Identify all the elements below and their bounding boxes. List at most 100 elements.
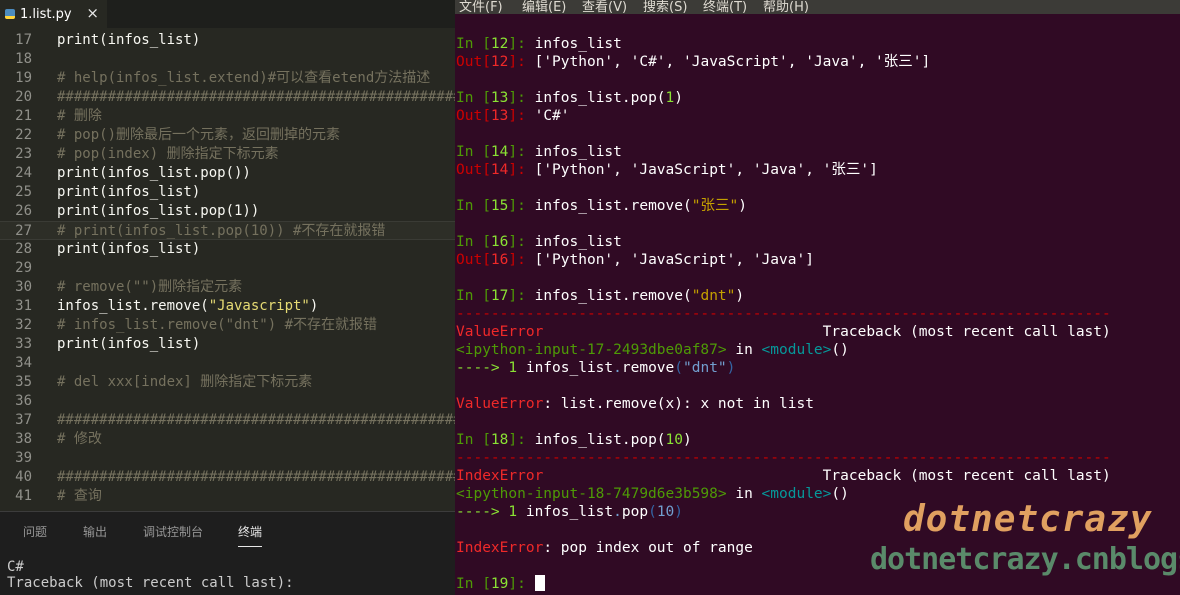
terminal-token: In [ [456, 288, 491, 304]
line-number: 22 [15, 127, 32, 143]
terminal-token: ----------------------------------------… [456, 306, 1111, 322]
code-line[interactable]: 40 ######################################… [0, 468, 455, 487]
code-line[interactable]: 39 [0, 449, 455, 468]
line-number: 39 [15, 450, 32, 466]
terminal-token: In [ [456, 90, 491, 106]
code-line[interactable]: 33 print(infos_list) [0, 335, 455, 354]
line-number: 37 [15, 412, 32, 428]
menu-file[interactable]: 文件(F) [459, 0, 503, 14]
terminal-token: "dnt" [691, 288, 736, 304]
code-line[interactable]: 35 # del xxx[index] 删除指定下标元素 [0, 373, 455, 392]
code-token: print(infos_list) [57, 336, 201, 352]
code-area[interactable]: 17 print(infos_list) 18 19 # help(infos_list… [0, 31, 455, 511]
code-token: print(infos_list) [57, 32, 201, 48]
terminal-token: 15 [490, 198, 509, 214]
terminal-line: Out[13]: 'C#' [456, 107, 570, 125]
menu-edit[interactable]: 编辑(E) [522, 0, 566, 14]
code-token: # 修改 [57, 431, 102, 447]
terminal-token: Out[ [456, 54, 491, 70]
terminal-token: <ipython-input-18-7479d6e3b598> [456, 486, 727, 502]
code-token: print(infos_list) [57, 184, 201, 200]
code-line[interactable]: 20 ######################################… [0, 88, 455, 107]
terminal-window[interactable]: 文件(F) 编辑(E) 查看(V) 搜索(S) 终端(T) 帮助(H) In [… [455, 0, 1180, 595]
code-line[interactable]: 26 print(infos_list.pop(1)) [0, 202, 455, 221]
terminal-line: Out[12]: ['Python', 'C#', 'JavaScript', … [456, 53, 930, 71]
code-line[interactable]: 27 # print(infos_list.pop(10)) #不存在就报错 [0, 221, 455, 240]
code-line[interactable]: 34 [0, 354, 455, 373]
code-token: # infos_list.remove("dnt") #不存在就报错 [57, 317, 378, 333]
terminal-token: 14 [490, 144, 509, 160]
terminal-line: Out[14]: ['Python', 'JavaScript', 'Java'… [456, 161, 878, 179]
code-line[interactable]: 41 # 查询 [0, 487, 455, 506]
code-token: ########################################… [57, 89, 455, 105]
terminal-token: ]: [508, 162, 535, 178]
code-line[interactable]: 18 [0, 50, 455, 69]
panel-tab-problems[interactable]: 问题 [23, 523, 47, 540]
code-text: print(infos_list) [57, 335, 200, 354]
line-number: 40 [15, 469, 32, 485]
code-text: # pop(index) 删除指定下标元素 [57, 145, 279, 164]
code-line[interactable]: 28 print(infos_list) [0, 240, 455, 259]
code-token: # remove("")删除指定元素 [57, 279, 243, 295]
terminal-line: In [16]: infos_list [456, 233, 622, 251]
terminal-token: ]: [508, 234, 535, 250]
editor-tab[interactable]: 1.list.py × [0, 0, 107, 28]
terminal-token: 16 [490, 252, 509, 268]
terminal-line: In [18]: infos_list.pop(10) [456, 431, 692, 449]
code-line[interactable]: 37 ######################################… [0, 411, 455, 430]
code-line[interactable]: 22 # pop()删除最后一个元素，返回删掉的元素 [0, 126, 455, 145]
terminal-line: ValueError Traceback (most recent call l… [456, 323, 1111, 341]
terminal-line: ----> 1 infos_list.pop(10) [456, 503, 683, 521]
code-line[interactable]: 24 print(infos_list.pop()) [0, 164, 455, 183]
code-line[interactable]: 19 # help(infos_list.extend)#可以查看etend方法描… [0, 69, 455, 88]
terminal-line: In [12]: infos_list [456, 35, 622, 53]
terminal-token: In [ [456, 234, 491, 250]
line-number: 29 [15, 260, 32, 276]
menu-terminal[interactable]: 终端(T) [703, 0, 747, 14]
terminal-token: in [726, 342, 762, 358]
code-line[interactable]: 32 # infos_list.remove("dnt") #不存在就报错 [0, 316, 455, 335]
terminal-token: 18 [490, 432, 509, 448]
close-icon[interactable]: × [86, 4, 99, 22]
panel-tab-output[interactable]: 输出 [83, 523, 107, 540]
code-token: # print(infos_list.pop(10)) #不存在就报错 [57, 223, 386, 239]
code-line[interactable]: 23 # pop(index) 删除指定下标元素 [0, 145, 455, 164]
terminal-token: () [831, 342, 849, 358]
code-line[interactable]: 36 [0, 392, 455, 411]
code-line[interactable]: 31 infos_list.remove("Javascript") [0, 297, 455, 316]
code-text: # infos_list.remove("dnt") #不存在就报错 [57, 316, 377, 335]
panel-tab-terminal[interactable]: 终端 [238, 523, 263, 547]
code-line[interactable]: 25 print(infos_list) [0, 183, 455, 202]
menu-search[interactable]: 搜索(S) [643, 0, 687, 14]
code-token: ########################################… [57, 469, 455, 485]
terminal-token: 16 [490, 234, 509, 250]
terminal-line: <ipython-input-18-7479d6e3b598> in <modu… [456, 485, 849, 503]
code-line[interactable]: 17 print(infos_list) [0, 31, 455, 50]
terminal-token: 10 [665, 432, 684, 448]
code-line[interactable]: 21 # 删除 [0, 107, 455, 126]
terminal-line: In [13]: infos_list.pop(1) [456, 89, 683, 107]
terminal-token: infos_list.pop( [534, 432, 666, 448]
panel-tab-debug-console[interactable]: 调试控制台 [143, 523, 203, 540]
terminal-token: ----> 1 [456, 504, 526, 520]
code-line[interactable]: 29 [0, 259, 455, 278]
code-text: # 修改 [57, 430, 102, 449]
code-text: print(infos_list) [57, 240, 200, 259]
code-line[interactable]: 30 # remove("")删除指定元素 [0, 278, 455, 297]
terminal-token: in [726, 486, 762, 502]
python-file-icon [5, 9, 15, 19]
terminal-token: ]: [508, 90, 535, 106]
terminal-token: 10 [656, 504, 675, 520]
line-number: 28 [15, 241, 32, 257]
menu-help[interactable]: 帮助(H) [763, 0, 809, 14]
code-line[interactable]: 38 # 修改 [0, 430, 455, 449]
terminal-token: ) [738, 198, 747, 214]
menu-view[interactable]: 查看(V) [582, 0, 627, 14]
terminal-token: remove [621, 360, 675, 376]
terminal-token: In [ [456, 36, 491, 52]
terminal-token: infos_list.remove( [534, 198, 692, 214]
terminal-token: ) [674, 504, 684, 520]
code-text: ########################################… [57, 88, 455, 107]
terminal-cursor [534, 575, 545, 591]
line-number: 33 [15, 336, 32, 352]
